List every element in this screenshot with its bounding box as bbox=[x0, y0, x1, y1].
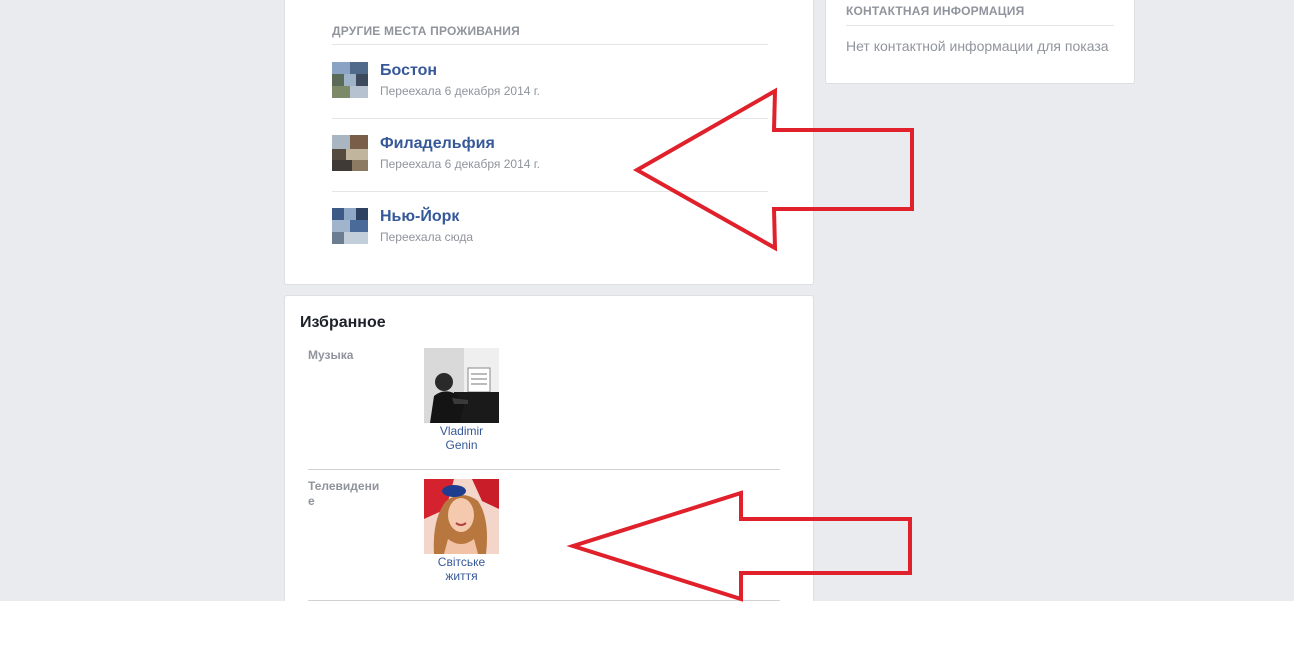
bottom-blank-area bbox=[0, 601, 1294, 669]
contact-heading: КОНТАКТНАЯ ИНФОРМАЦИЯ bbox=[846, 4, 1025, 18]
favorites-card: Избранное Музыка Vladimir Genin Телевиде… bbox=[284, 295, 814, 615]
divider bbox=[308, 469, 780, 470]
favorites-title: Избранное bbox=[300, 314, 386, 331]
divider bbox=[332, 118, 768, 119]
places-heading: ДРУГИЕ МЕСТА ПРОЖИВАНИЯ bbox=[332, 24, 520, 38]
contact-empty-text: Нет контактной информации для показа bbox=[846, 38, 1109, 54]
boston-thumbnail[interactable] bbox=[332, 62, 368, 98]
place-name-link[interactable]: Филадельфия bbox=[380, 135, 495, 153]
favorite-item-name[interactable]: Світське життя bbox=[424, 554, 499, 583]
places-card: ДРУГИЕ МЕСТА ПРОЖИВАНИЯ Бостон Переехала… bbox=[284, 0, 814, 285]
place-name-link[interactable]: Нью-Йорк bbox=[380, 208, 459, 226]
place-item-philadelphia[interactable]: Филадельфия Переехала 6 декабря 2014 г. bbox=[332, 135, 768, 207]
favorite-item-name[interactable]: Vladimir Genin bbox=[424, 423, 499, 452]
favorite-item-tv[interactable]: Світське життя bbox=[424, 479, 499, 583]
place-name-link[interactable]: Бостон bbox=[380, 62, 437, 80]
favorites-category-label: Музыка bbox=[308, 348, 354, 362]
new-york-thumbnail[interactable] bbox=[332, 208, 368, 244]
place-subtitle: Переехала 6 декабря 2014 г. bbox=[380, 84, 540, 98]
music-artist-photo[interactable] bbox=[424, 348, 499, 423]
divider bbox=[332, 191, 768, 192]
divider bbox=[332, 44, 768, 45]
favorite-item-music[interactable]: Vladimir Genin bbox=[424, 348, 499, 452]
place-item-boston[interactable]: Бостон Переехала 6 декабря 2014 г. bbox=[332, 62, 768, 134]
place-item-new-york[interactable]: Нью-Йорк Переехала сюда bbox=[332, 208, 768, 280]
favorites-category-label: Телевидение bbox=[308, 479, 380, 508]
philadelphia-thumbnail[interactable] bbox=[332, 135, 368, 171]
contact-card: КОНТАКТНАЯ ИНФОРМАЦИЯ Нет контактной инф… bbox=[825, 0, 1135, 84]
place-subtitle: Переехала 6 декабря 2014 г. bbox=[380, 157, 540, 171]
tv-show-photo[interactable] bbox=[424, 479, 499, 554]
divider bbox=[846, 25, 1114, 26]
place-subtitle: Переехала сюда bbox=[380, 230, 474, 244]
